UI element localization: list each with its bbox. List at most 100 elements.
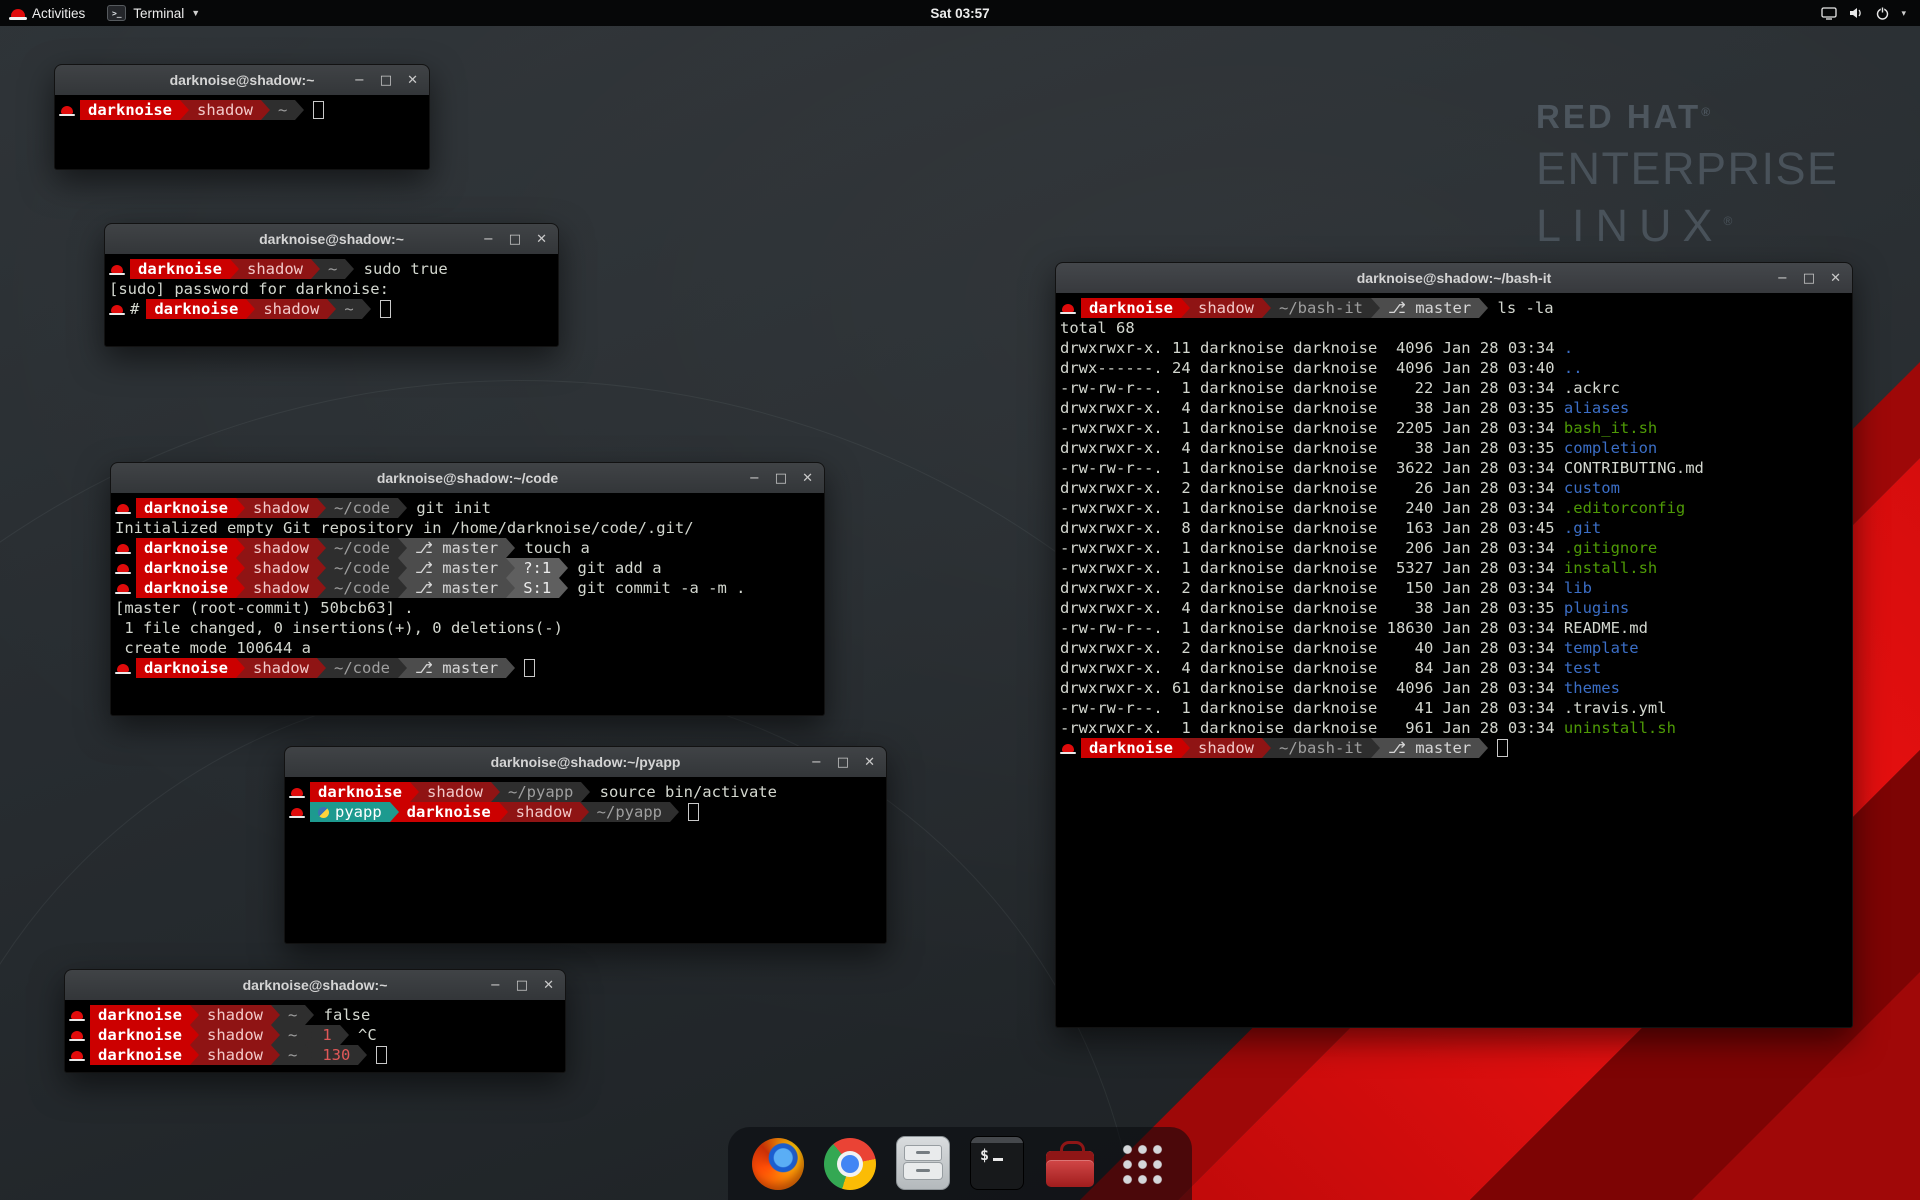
- window-maximize-button[interactable]: □: [380, 74, 392, 87]
- prompt-segment-host: shadow: [245, 558, 317, 578]
- terminal-window[interactable]: darknoise@shadow:~/bash-it−□✕darknoisesh…: [1055, 262, 1853, 1028]
- powerline-arrow-icon: [362, 299, 371, 319]
- terminal-line: drwxrwxr-x. 2 darknoise darknoise 150 Ja…: [1060, 578, 1848, 598]
- window-minimize-button[interactable]: −: [354, 74, 365, 87]
- prompt-segment-host: shadow: [419, 782, 491, 802]
- command-text: ^C: [349, 1025, 377, 1045]
- clock[interactable]: Sat 03:57: [930, 6, 989, 21]
- terminal-line: darknoiseshadow~130: [69, 1045, 561, 1065]
- powerline-arrow-icon: [230, 259, 239, 279]
- output-text: 1 file changed, 0 insertions(+), 0 delet…: [115, 618, 563, 638]
- screen-icon: [1821, 6, 1837, 20]
- terminal-line: drwxrwxr-x. 11 darknoise darknoise 4096 …: [1060, 338, 1848, 358]
- prompt-segment-user: darknoise: [90, 1045, 190, 1065]
- window-close-button[interactable]: ✕: [543, 979, 554, 992]
- system-status-area[interactable]: ▾: [1813, 0, 1914, 26]
- prompt-segment-host: shadow: [189, 100, 261, 120]
- terminal-content[interactable]: darknoiseshadow~ sudo true[sudo] passwor…: [105, 254, 558, 346]
- terminal-cursor: [380, 300, 391, 318]
- output-text: -rwxrwxr-x. 1 darknoise darknoise 240 Ja…: [1060, 498, 1564, 518]
- window-close-button[interactable]: ✕: [407, 74, 418, 87]
- terminal-line: -rwxrwxr-x. 1 darknoise darknoise 5327 J…: [1060, 558, 1848, 578]
- app-menu-label: Terminal: [133, 6, 184, 21]
- prompt-segment-gitq: ?:1: [515, 558, 559, 578]
- terminal-line: darknoiseshadow~/code⎇ master touch a: [115, 538, 820, 558]
- output-text: lib: [1564, 578, 1592, 598]
- terminal-window[interactable]: darknoise@shadow:~/pyapp−□✕darknoiseshad…: [284, 746, 887, 944]
- powerline-arrow-icon: [358, 1045, 367, 1065]
- terminal-content[interactable]: darknoiseshadow~/bash-it⎇ master ls -lat…: [1056, 293, 1852, 1027]
- window-close-button[interactable]: ✕: [536, 233, 547, 246]
- window-titlebar[interactable]: darknoise@shadow:~/pyapp−□✕: [285, 747, 886, 778]
- prompt-segment-path: ~: [270, 100, 295, 120]
- files-icon[interactable]: [896, 1136, 950, 1190]
- toolbox-icon[interactable]: [1044, 1138, 1096, 1190]
- window-maximize-button[interactable]: □: [509, 233, 521, 246]
- terminal-line: drwxrwxr-x. 2 darknoise darknoise 26 Jan…: [1060, 478, 1848, 498]
- window-controls: − □ ✕: [811, 747, 875, 777]
- powerline-arrow-icon: [317, 578, 326, 598]
- window-titlebar[interactable]: darknoise@shadow:~−□✕: [105, 224, 558, 255]
- window-close-button[interactable]: ✕: [802, 472, 813, 485]
- prompt-segment-user: darknoise: [80, 100, 180, 120]
- terminal-window[interactable]: darknoise@shadow:~−□✕darknoiseshadow~ fa…: [64, 969, 566, 1073]
- chrome-icon[interactable]: [824, 1138, 876, 1190]
- window-close-button[interactable]: ✕: [864, 756, 875, 769]
- app-menu[interactable]: >_ Terminal ▼: [96, 0, 211, 26]
- window-minimize-button[interactable]: −: [483, 233, 494, 246]
- terminal-app-icon: >_: [107, 5, 126, 21]
- window-titlebar[interactable]: darknoise@shadow:~/bash-it−□✕: [1056, 263, 1852, 294]
- powerline-arrow-icon: [246, 299, 255, 319]
- window-maximize-button[interactable]: □: [516, 979, 528, 992]
- window-titlebar[interactable]: darknoise@shadow:~−□✕: [65, 970, 565, 1001]
- terminal-window[interactable]: darknoise@shadow:~−□✕darknoiseshadow~: [54, 64, 430, 170]
- powerline-arrow-icon: [305, 1005, 314, 1025]
- terminal-line: darknoiseshadow~/code⎇ masterS:1 git com…: [115, 578, 820, 598]
- output-text: completion: [1564, 438, 1657, 458]
- terminal-content[interactable]: darknoiseshadow~/code git initInitialize…: [111, 493, 824, 715]
- prompt-segment-path: ~/code: [326, 558, 398, 578]
- prompt-segment-gits: S:1: [515, 578, 559, 598]
- terminal-line: darknoise shadow ~: [59, 100, 425, 120]
- terminal-window[interactable]: darknoise@shadow:~−□✕darknoiseshadow~ su…: [104, 223, 559, 347]
- terminal-content[interactable]: darknoiseshadow~/pyapp source bin/activa…: [285, 777, 886, 943]
- output-text: uninstall.sh: [1564, 718, 1676, 738]
- powerline-arrow-icon: [236, 558, 245, 578]
- window-titlebar[interactable]: darknoise@shadow:~/code−□✕: [111, 463, 824, 494]
- prompt-segment-host: shadow: [245, 578, 317, 598]
- prompt-segment-path: ~/code: [326, 658, 398, 678]
- powerline-arrow-icon: [271, 1005, 280, 1025]
- window-maximize-button[interactable]: □: [1803, 272, 1815, 285]
- terminal-icon[interactable]: [970, 1136, 1024, 1190]
- window-maximize-button[interactable]: □: [775, 472, 787, 485]
- powerline-arrow-icon: [311, 259, 320, 279]
- terminal-content[interactable]: darknoise shadow ~: [55, 95, 429, 169]
- powerline-arrow-icon: [1479, 298, 1488, 318]
- activities-button[interactable]: Activities: [0, 0, 96, 26]
- terminal-content[interactable]: darknoiseshadow~ falsedarknoiseshadow~1 …: [65, 1000, 565, 1072]
- window-maximize-button[interactable]: □: [837, 756, 849, 769]
- output-text: drwx------. 24 darknoise darknoise 4096 …: [1060, 358, 1564, 378]
- prompt-segment-host: shadow: [1190, 738, 1262, 758]
- window-minimize-button[interactable]: −: [811, 756, 822, 769]
- window-minimize-button[interactable]: −: [1777, 272, 1788, 285]
- terminal-line: drwxrwxr-x. 2 darknoise darknoise 40 Jan…: [1060, 638, 1848, 658]
- window-titlebar[interactable]: darknoise@shadow:~−□✕: [55, 65, 429, 96]
- powerline-arrow-icon: [317, 538, 326, 558]
- window-minimize-button[interactable]: −: [749, 472, 760, 485]
- command-text: git commit -a -m .: [568, 578, 745, 598]
- output-text: drwxrwxr-x. 4 darknoise darknoise 38 Jan…: [1060, 398, 1564, 418]
- output-text: plugins: [1564, 598, 1629, 618]
- redhat-prompt-icon: [117, 544, 129, 552]
- terminal-window[interactable]: darknoise@shadow:~/code−□✕darknoiseshado…: [110, 462, 825, 716]
- firefox-icon[interactable]: [752, 1138, 804, 1190]
- window-minimize-button[interactable]: −: [490, 979, 501, 992]
- appgrid-icon[interactable]: [1116, 1138, 1168, 1190]
- powerline-arrow-icon: [327, 299, 336, 319]
- window-close-button[interactable]: ✕: [1830, 272, 1841, 285]
- redhat-prompt-icon: [117, 584, 129, 592]
- prompt-segment-user: darknoise: [136, 538, 236, 558]
- output-text: drwxrwxr-x. 61 darknoise darknoise 4096 …: [1060, 678, 1564, 698]
- prompt-segment-host: shadow: [245, 538, 317, 558]
- terminal-line: drwxrwxr-x. 61 darknoise darknoise 4096 …: [1060, 678, 1848, 698]
